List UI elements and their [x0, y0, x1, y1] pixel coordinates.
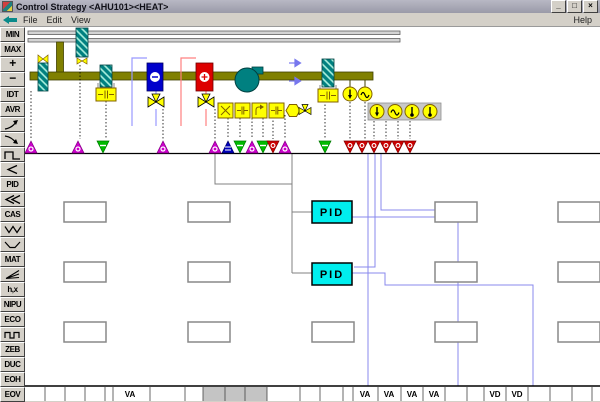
strategy-canvas[interactable]: PID PID VA: [25, 27, 600, 401]
humidity-sensor[interactable]: [358, 80, 372, 101]
cooling-valve[interactable]: [148, 94, 164, 107]
toolbar-button-fan-curve[interactable]: [0, 267, 25, 282]
toolbar-button-limit[interactable]: [0, 162, 25, 177]
curve-ramp-icon: [3, 119, 22, 130]
minimize-button[interactable]: _: [551, 0, 566, 13]
io-cell-label: VA: [407, 390, 418, 399]
mini-valve[interactable]: [299, 105, 311, 115]
toolbar-button-hx[interactable]: h,x: [0, 282, 25, 297]
toolbar-button-minus[interactable]: −: [0, 72, 25, 87]
heating-coil[interactable]: [181, 58, 214, 126]
io-cell-label: VA: [125, 390, 136, 399]
window-title: Control Strategy <AHU101><HEAT>: [16, 2, 550, 12]
io-cell-label: VA: [429, 390, 440, 399]
hexagon-module[interactable]: [286, 105, 300, 117]
menu-file[interactable]: File: [23, 15, 38, 25]
toolbar-button-zigzag[interactable]: [0, 222, 25, 237]
toolbar-button-eco[interactable]: ECO: [0, 312, 25, 327]
cooling-coil[interactable]: [132, 58, 164, 126]
toolbar-button-double-limit[interactable]: [0, 192, 25, 207]
toolbar-button-duc[interactable]: DUC: [0, 357, 25, 372]
title-bar: Control Strategy <AHU101><HEAT> _ □ ×: [0, 0, 600, 13]
setpoint-triangle[interactable]: [222, 141, 234, 153]
toolbar-button-pulse[interactable]: [0, 327, 25, 342]
duct-sensor[interactable]: [76, 28, 88, 64]
toolbar-button-idt[interactable]: IDT: [0, 87, 25, 102]
io-cell-label: VD: [489, 390, 500, 399]
menu-bar: File Edit View Help: [0, 13, 600, 27]
pulse-icon: [3, 329, 22, 340]
fan-curve-icon: [3, 269, 22, 280]
app-icon: [2, 1, 13, 12]
toolbar-button-ramp[interactable]: [0, 117, 25, 132]
heat-exchanger-1[interactable]: [96, 65, 116, 101]
back-arrow-icon[interactable]: [3, 16, 17, 24]
toolbar-button-plus[interactable]: +: [0, 57, 25, 72]
toolbar-button-eoh[interactable]: EOH: [0, 372, 25, 387]
toolbar-button-mat[interactable]: MAT: [0, 252, 25, 267]
riser-pipe: [57, 42, 64, 75]
toolbar-button-max[interactable]: MAX: [0, 42, 25, 57]
menu-help[interactable]: Help: [573, 15, 592, 25]
deadband-icon: [3, 239, 22, 250]
heating-valve[interactable]: [198, 94, 214, 107]
damper-sensor[interactable]: [38, 55, 48, 91]
disabled-cells: [203, 387, 267, 401]
temp-sensor[interactable]: [343, 80, 357, 101]
io-cell-label: VD: [511, 390, 522, 399]
toolbar-button-avr[interactable]: AVR: [0, 102, 25, 117]
room-sensor-panel[interactable]: [368, 103, 441, 120]
io-terminal-strip[interactable]: VA VA VA VA VA VD VD: [25, 386, 600, 401]
pid-block-1[interactable]: PID: [312, 201, 352, 223]
supply-fan[interactable]: [235, 67, 263, 92]
toolbar-button-cas[interactable]: CAS: [0, 207, 25, 222]
toolbar-button-pid[interactable]: PID: [0, 177, 25, 192]
io-cell-label: VA: [384, 390, 395, 399]
double-limit-icon: [3, 194, 22, 205]
step-icon: [3, 149, 22, 160]
limit-icon: [3, 164, 22, 175]
curve-fall-icon: [3, 134, 22, 145]
toolbar-button-nipu[interactable]: NIPU: [0, 297, 25, 312]
connection-points: [25, 141, 416, 153]
heat-exchanger-2[interactable]: [318, 59, 338, 102]
toolbar-button-deadband[interactable]: [0, 237, 25, 252]
toolbar-button-fall[interactable]: [0, 132, 25, 147]
pid-block-2[interactable]: PID: [312, 263, 352, 285]
pid-label-2: PID: [320, 269, 344, 281]
pid-label-1: PID: [320, 207, 344, 219]
io-cell-label: VA: [360, 390, 371, 399]
toolbar-button-zeb[interactable]: ZEB: [0, 342, 25, 357]
zigzag-icon: [3, 224, 22, 235]
close-button[interactable]: ×: [583, 0, 598, 13]
maximize-button[interactable]: □: [567, 0, 582, 13]
toolbar-button-step[interactable]: [0, 147, 25, 162]
function-toolbar: MIN MAX + − IDT AVR PID CAS: [0, 27, 25, 401]
menu-view[interactable]: View: [71, 15, 90, 25]
io-module-row[interactable]: [218, 103, 311, 118]
toolbar-button-min[interactable]: MIN: [0, 27, 25, 42]
wires: [215, 154, 533, 386]
menu-edit[interactable]: Edit: [47, 15, 63, 25]
